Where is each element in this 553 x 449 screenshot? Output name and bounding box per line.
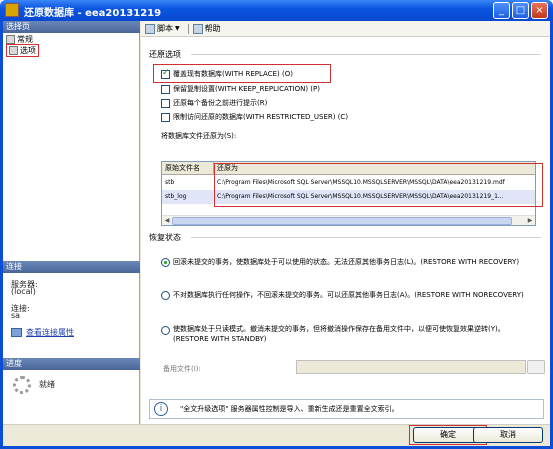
toolbar: 脚本 ▼ 帮助: [141, 21, 550, 37]
option-with-replace[interactable]: 覆盖现有数据库(WITH REPLACE) (O): [161, 68, 293, 79]
script-label: 脚本: [157, 24, 173, 33]
page-icon: [6, 35, 15, 44]
prompt-checkbox[interactable]: [161, 98, 170, 108]
scroll-right-icon[interactable]: ▶: [525, 216, 535, 225]
option-keep-replication[interactable]: 保留复制设置(WITH KEEP_REPLICATION) (P): [161, 84, 320, 94]
group-divider: [191, 54, 541, 55]
server-value: (local): [11, 287, 36, 296]
recovery-option-standby[interactable]: 使数据库处于只读模式。撤消未提交的事务，但将撤消操作保存在备用文件中，以便可使恢…: [161, 324, 531, 344]
database-icon: [5, 3, 19, 17]
dialog-window: 还原数据库 - eea20131219 _ □ × 选择页 常规 选项 连接 服…: [0, 0, 553, 449]
close-button[interactable]: ×: [531, 2, 548, 19]
minimize-button[interactable]: _: [493, 2, 510, 19]
page-icon: [9, 46, 18, 55]
page-item-label: 选项: [20, 46, 36, 55]
radio-label: 不对数据库执行任何操作，不回滚未提交的事务。可以还原其他事务日志(A)。(RES…: [173, 291, 524, 299]
maximize-button[interactable]: □: [512, 2, 529, 19]
standby-file-input[interactable]: [296, 360, 526, 374]
scroll-thumb[interactable]: [172, 217, 512, 225]
select-page-header: 选择页: [3, 21, 140, 33]
connection-value: sa: [11, 311, 21, 320]
info-message: "全文升级选项" 服务器属性控制是导入、重新生成还是重置全文索引。: [180, 405, 399, 413]
norecovery-radio[interactable]: [161, 290, 170, 300]
cancel-button[interactable]: 取消: [473, 427, 543, 443]
progress-status: 就绪: [39, 380, 55, 389]
restricted-user-checkbox[interactable]: [161, 112, 170, 122]
standby-radio[interactable]: [161, 326, 170, 335]
restore-as-label: 将数据库文件还原为(S):: [161, 132, 237, 140]
keep-replication-checkbox[interactable]: [161, 84, 170, 94]
left-pane: 选择页 常规 选项 连接 服务器: (local) 连接: sa 查看连接属性 …: [3, 21, 140, 424]
radio-label: 回滚未提交的事务，使数据库处于可以使用的状态。无法还原其他事务日志(L)。(RE…: [173, 258, 520, 266]
restore-options-title: 还原选项: [149, 50, 181, 59]
option-label: 还原每个备份之前进行提示(R): [173, 99, 268, 107]
button-bar: 确定 取消: [3, 424, 550, 446]
progress-spinner-icon: [13, 376, 31, 394]
standby-file-label: 备用文件(I):: [163, 365, 201, 373]
radio-label: 使数据库处于只读模式。撤消未提交的事务，但将撤消操作保存在备用文件中，以便可使恢…: [173, 325, 505, 343]
recovery-option-norecovery[interactable]: 不对数据库执行任何操作，不回滚未提交的事务。可以还原其他事务日志(A)。(RES…: [161, 290, 524, 300]
title-bar[interactable]: 还原数据库 - eea20131219 _ □ ×: [0, 0, 553, 21]
dialog-client-area: 选择页 常规 选项 连接 服务器: (local) 连接: sa 查看连接属性 …: [3, 21, 550, 446]
info-icon: i: [154, 402, 168, 416]
recovery-radio[interactable]: [161, 257, 170, 267]
script-icon: [145, 23, 155, 34]
page-item-options[interactable]: 选项: [6, 44, 39, 57]
option-prompt-before-restore[interactable]: 还原每个备份之前进行提示(R): [161, 98, 267, 108]
group-divider: [191, 237, 541, 238]
replace-checkbox[interactable]: [161, 68, 170, 79]
view-connection-properties-link[interactable]: 查看连接属性: [11, 327, 74, 338]
info-panel: i "全文升级选项" 服务器属性控制是导入、重新生成还是重置全文索引。: [149, 399, 544, 419]
script-button[interactable]: 脚本 ▼: [145, 23, 180, 34]
window-title: 还原数据库 - eea20131219: [24, 8, 162, 19]
chevron-down-icon[interactable]: ▼: [175, 25, 180, 32]
column-header-original[interactable]: 原始文件名: [162, 162, 214, 175]
horizontal-scrollbar[interactable]: ◀ ▶: [162, 215, 535, 225]
progress-header: 进度: [3, 358, 140, 370]
option-label: 限制访问还原的数据库(WITH RESTRICTED_USER) (C): [173, 113, 349, 121]
help-button[interactable]: 帮助: [192, 23, 221, 34]
help-label: 帮助: [204, 24, 221, 33]
help-icon: [192, 23, 203, 34]
connection-header: 连接: [3, 261, 140, 273]
link-label: 查看连接属性: [26, 328, 74, 337]
table-row-original[interactable]: stb_log: [162, 190, 214, 204]
toolbar-divider: [187, 23, 189, 34]
browse-button[interactable]: [527, 360, 545, 374]
recovery-state-title: 恢复状态: [149, 233, 181, 242]
properties-icon: [11, 328, 22, 337]
option-label: 保留复制设置(WITH KEEP_REPLICATION) (P): [173, 85, 320, 93]
restore-path-highlight: [214, 163, 543, 207]
scroll-left-icon[interactable]: ◀: [162, 216, 172, 225]
option-restricted-user[interactable]: 限制访问还原的数据库(WITH RESTRICTED_USER) (C): [161, 112, 348, 122]
right-pane: 脚本 ▼ 帮助 还原选项 覆盖现有数据库(WITH REPLACE) (O) 保…: [141, 21, 550, 424]
recovery-option-recovery[interactable]: 回滚未提交的事务，使数据库处于可以使用的状态。无法还原其他事务日志(L)。(RE…: [161, 257, 519, 267]
table-row-original[interactable]: stb: [162, 176, 214, 190]
option-label: 覆盖现有数据库(WITH REPLACE) (O): [173, 70, 293, 78]
